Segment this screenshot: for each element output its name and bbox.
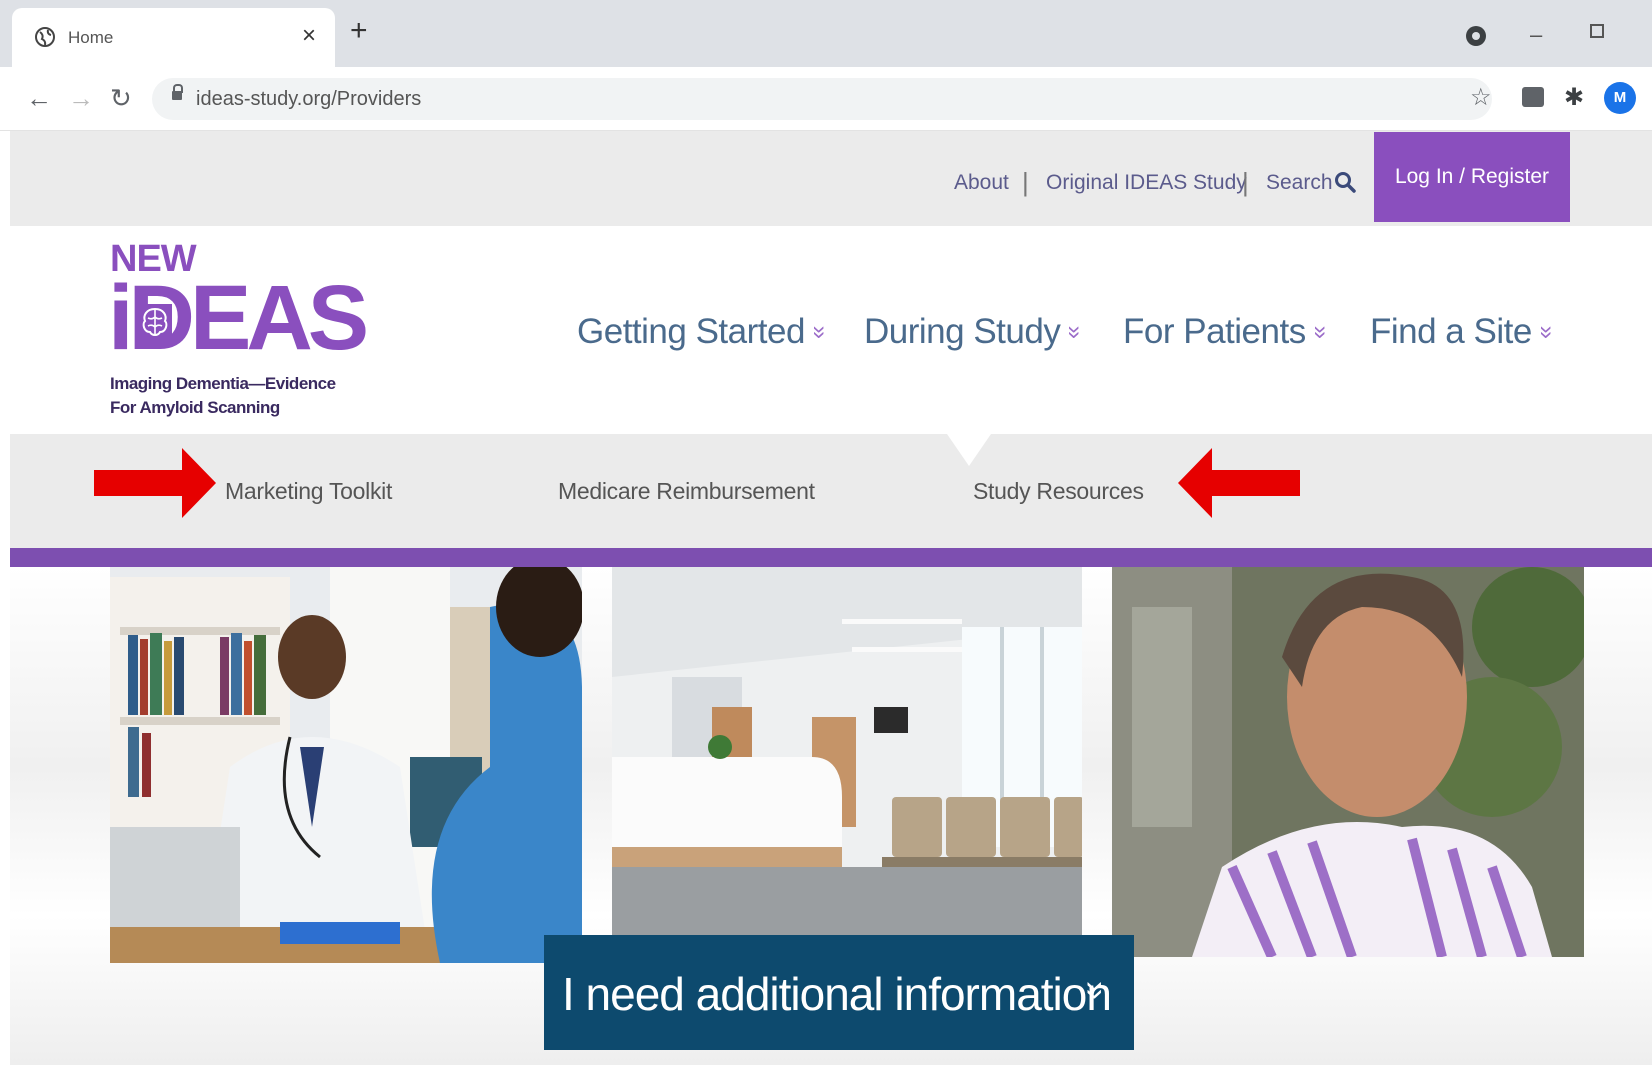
record-icon[interactable] bbox=[1466, 26, 1486, 46]
browser-toolbar: ← → ↻ ideas-study.org/Providers ☆ ✱ M bbox=[0, 67, 1652, 131]
address-bar[interactable]: ideas-study.org/Providers bbox=[152, 78, 1492, 120]
utility-bar: About | Original IDEAS Study | Search Lo… bbox=[10, 131, 1652, 226]
reload-icon[interactable]: ↻ bbox=[110, 83, 132, 113]
additional-info-button[interactable]: I need additional information » bbox=[544, 935, 1134, 1050]
chevron-down-icon: » bbox=[1076, 981, 1115, 1000]
logo-tagline-2: For Amyloid Scanning bbox=[110, 398, 280, 417]
tab-close-icon[interactable]: × bbox=[302, 22, 316, 50]
clinic-lobby-image bbox=[612, 567, 1082, 937]
globe-icon bbox=[35, 27, 55, 47]
doctor-consultation-image bbox=[110, 567, 582, 963]
chevron-down-icon: » bbox=[1061, 325, 1089, 339]
purple-divider bbox=[10, 548, 1652, 567]
subnav-medicare-reimbursement[interactable]: Medicare Reimbursement bbox=[558, 478, 815, 505]
utility-separator: | bbox=[1242, 167, 1249, 197]
annotation-arrow-left-icon bbox=[1178, 448, 1300, 518]
chevron-down-icon: » bbox=[1533, 325, 1561, 339]
tab-title: Home bbox=[68, 28, 114, 47]
minimize-button[interactable]: – bbox=[1530, 22, 1542, 48]
annotation-arrow-right-icon bbox=[94, 448, 216, 518]
about-link[interactable]: About bbox=[954, 171, 1009, 195]
nav-find-a-site[interactable]: Find a Site» bbox=[1370, 312, 1560, 352]
search-icon[interactable] bbox=[1334, 171, 1356, 193]
search-link[interactable]: Search bbox=[1266, 171, 1333, 195]
new-tab-button[interactable]: + bbox=[350, 16, 368, 46]
subnav-marketing-toolkit[interactable]: Marketing Toolkit bbox=[225, 478, 392, 505]
nav-getting-started[interactable]: Getting Started» bbox=[577, 312, 833, 352]
star-icon[interactable]: ☆ bbox=[1470, 83, 1492, 113]
lock-icon[interactable] bbox=[172, 84, 183, 100]
nav-item-label: During Study bbox=[864, 312, 1061, 351]
original-study-link[interactable]: Original IDEAS Study bbox=[1046, 171, 1247, 195]
puzzle-icon[interactable]: ✱ bbox=[1564, 83, 1584, 113]
login-register-button[interactable]: Log In / Register bbox=[1374, 132, 1570, 222]
chevron-down-icon: » bbox=[806, 325, 834, 339]
subnav-bar: Marketing Toolkit Medicare Reimbursement… bbox=[10, 434, 1652, 548]
browser-tab-home[interactable]: Home × bbox=[12, 8, 335, 67]
nav-item-label: Find a Site bbox=[1370, 312, 1532, 351]
nav-item-label: Getting Started bbox=[577, 312, 805, 351]
brain-icon bbox=[138, 304, 172, 340]
nav-for-patients[interactable]: For Patients» bbox=[1123, 312, 1334, 352]
profile-avatar[interactable]: M bbox=[1604, 82, 1636, 114]
nav-during-study[interactable]: During Study» bbox=[864, 312, 1089, 352]
browser-tabstrip: Home × + – bbox=[0, 0, 1652, 67]
subnav-pointer bbox=[947, 434, 991, 466]
cta-label: I need additional information bbox=[562, 968, 1112, 1020]
subnav-study-resources[interactable]: Study Resources bbox=[973, 478, 1144, 505]
maximize-button[interactable] bbox=[1590, 24, 1604, 38]
logo-tagline-1: Imaging Dementia—Evidence bbox=[110, 374, 336, 393]
back-icon[interactable]: ← bbox=[26, 83, 52, 113]
url-text[interactable]: ideas-study.org/Providers bbox=[196, 88, 421, 111]
senior-woman-image bbox=[1112, 567, 1584, 957]
utility-separator: | bbox=[1022, 167, 1029, 197]
nav-item-label: For Patients bbox=[1123, 312, 1306, 351]
chevron-down-icon: » bbox=[1307, 325, 1335, 339]
extension-icon[interactable] bbox=[1522, 87, 1544, 107]
forward-icon[interactable]: → bbox=[68, 83, 94, 113]
site-logo[interactable]: NEW iDEAS Imaging Dementia—Evidence For … bbox=[108, 238, 369, 418]
